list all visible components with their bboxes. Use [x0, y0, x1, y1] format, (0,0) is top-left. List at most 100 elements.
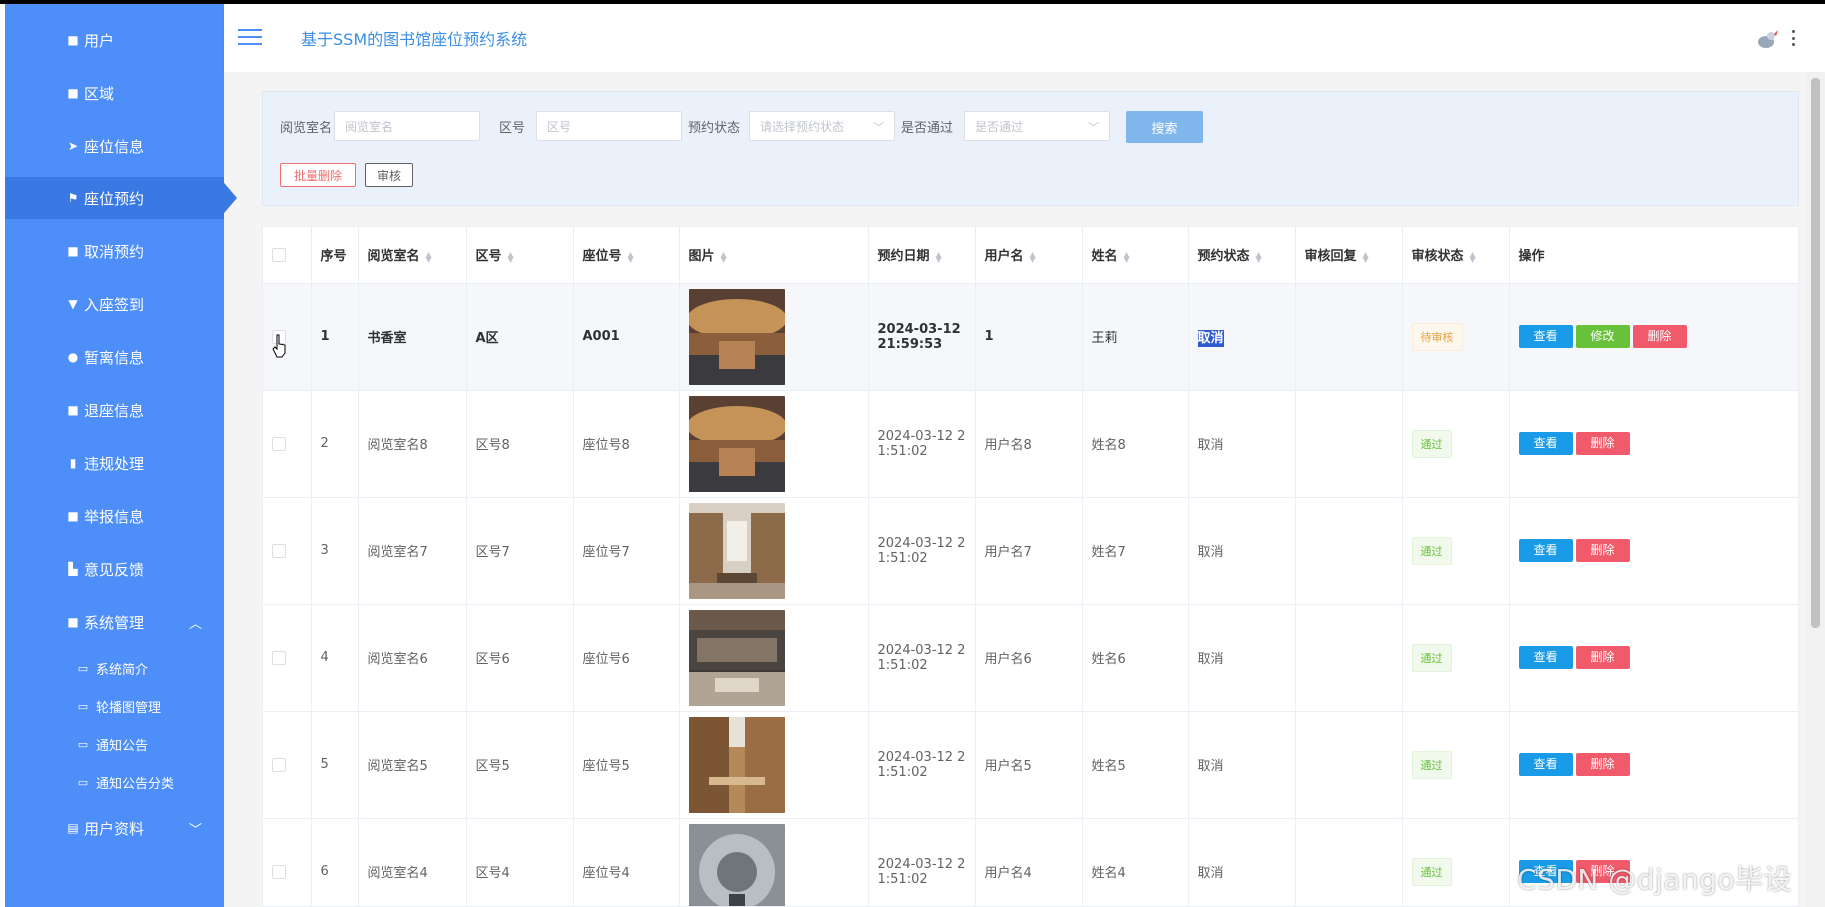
- sidebar-sub-notice-category[interactable]: ▭ 通知公告分类: [5, 765, 224, 799]
- header-username[interactable]: 用户名 ▲ ▼: [975, 227, 1083, 284]
- audit-button[interactable]: 审核: [365, 163, 413, 187]
- header-ops: 操作: [1509, 227, 1798, 284]
- sidebar-sub-notice[interactable]: ▭ 通知公告: [5, 727, 224, 761]
- header-reply[interactable]: 审核回复 ▲ ▼: [1295, 227, 1403, 284]
- seat-image[interactable]: [688, 823, 785, 907]
- more-vertical-icon[interactable]: [1790, 28, 1796, 48]
- sort-icon[interactable]: ▲ ▼: [426, 250, 432, 263]
- sidebar-item-checkout[interactable]: ■ 退座信息: [5, 389, 224, 431]
- delete-button[interactable]: 删除: [1575, 432, 1630, 455]
- row-select[interactable]: [263, 818, 312, 906]
- sidebar-sub-intro[interactable]: ▭ 系统简介: [5, 651, 224, 685]
- header-status[interactable]: 预约状态 ▲ ▼: [1188, 227, 1296, 284]
- menu-toggle-icon[interactable]: [238, 29, 262, 47]
- row-room: 阅览室名7: [358, 497, 467, 605]
- seat-image[interactable]: [688, 288, 785, 385]
- scrollbar-thumb[interactable]: [1811, 78, 1820, 628]
- checkbox[interactable]: [272, 436, 286, 451]
- header-date[interactable]: 预约日期 ▲ ▼: [868, 227, 976, 284]
- seat-image[interactable]: [688, 609, 785, 706]
- row-index: 6: [311, 818, 359, 906]
- top-header: 基于SSM的图书馆座位预约系统: [224, 4, 1825, 72]
- header-seat[interactable]: 座位号 ▲ ▼: [573, 227, 680, 284]
- status-badge: 待审核: [1411, 322, 1463, 351]
- checkbox[interactable]: [272, 650, 286, 665]
- sort-icon[interactable]: ▲ ▼: [508, 250, 514, 263]
- view-button[interactable]: 查看: [1518, 539, 1573, 562]
- edit-button[interactable]: 修改: [1575, 325, 1630, 348]
- seat-image[interactable]: [688, 395, 785, 492]
- batch-delete-button[interactable]: 批量删除: [280, 163, 356, 187]
- sort-icon[interactable]: ▲ ▼: [1256, 250, 1262, 263]
- sidebar-item-leave[interactable]: ● 暂离信息: [5, 336, 224, 378]
- header-select-all[interactable]: [263, 227, 312, 284]
- search-button[interactable]: 搜索: [1126, 111, 1203, 143]
- sort-icon[interactable]: ▲ ▼: [721, 250, 727, 263]
- view-button[interactable]: 查看: [1518, 646, 1573, 669]
- sort-icon[interactable]: ▲ ▼: [936, 250, 942, 263]
- sidebar-item-violation[interactable]: ▮ 违规处理: [5, 442, 224, 484]
- header-area[interactable]: 区号 ▲ ▼: [466, 227, 574, 284]
- sidebar: ■ 用户 ■ 区域 ➤ 座位信息 ⚑ 座位预约 ■ 取消预约 ▼ 入座签到 ● 暂离信息 ■ 退…: [5, 4, 224, 907]
- seat-image[interactable]: [688, 716, 785, 813]
- table-row: 4 阅览室名6 区号6 座位号6 2024-03-12 2 1:51:02 用户名…: [263, 604, 1798, 712]
- header-name[interactable]: 姓名 ▲ ▼: [1082, 227, 1189, 284]
- sidebar-sub-label: 系统简介: [96, 662, 149, 678]
- row-select[interactable]: [263, 497, 312, 605]
- sort-icon[interactable]: ▲ ▼: [1363, 250, 1369, 263]
- sidebar-item-cancel-booking[interactable]: ■ 取消预约: [5, 230, 224, 272]
- header-audit[interactable]: 审核状态 ▲ ▼: [1402, 227, 1510, 284]
- sidebar-item-feedback[interactable]: ▙ 意见反馈: [5, 548, 224, 590]
- row-select[interactable]: [263, 390, 312, 498]
- view-button[interactable]: 查看: [1518, 432, 1573, 455]
- sidebar-item-seat-booking[interactable]: ⚑ 座位预约: [5, 177, 224, 219]
- row-image[interactable]: [679, 283, 869, 391]
- row-date: 2024-03-12 2 1:51:02: [868, 818, 976, 906]
- row-status: 取消: [1188, 711, 1296, 819]
- sidebar-item-area[interactable]: ■ 区域: [5, 72, 224, 114]
- checkbox[interactable]: [272, 543, 286, 558]
- status-select[interactable]: 请选择预约状态 ﹀: [749, 111, 895, 141]
- area-input[interactable]: 区号: [536, 111, 682, 141]
- row-image[interactable]: [679, 604, 869, 712]
- row-reply: [1295, 711, 1403, 819]
- avatar[interactable]: [1756, 28, 1778, 50]
- view-button[interactable]: 查看: [1518, 753, 1573, 776]
- seat-image[interactable]: [688, 502, 785, 599]
- row-select[interactable]: [263, 604, 312, 712]
- checkbox[interactable]: [272, 864, 286, 879]
- row-image[interactable]: [679, 818, 869, 907]
- row-select[interactable]: [263, 711, 312, 819]
- sidebar-item-system[interactable]: ■ 系统管理 ︿: [5, 601, 224, 643]
- sort-icon[interactable]: ▲ ▼: [1124, 250, 1130, 263]
- grid-icon: ■: [67, 509, 79, 523]
- checkbox[interactable]: [272, 247, 286, 262]
- pass-select[interactable]: 是否通过 ﹀: [964, 111, 1110, 141]
- sidebar-item-user-profile[interactable]: ▤ 用户资料 ﹀: [5, 807, 224, 849]
- table-header-row: 序号 阅览室名 ▲ ▼ 区号 ▲ ▼ 座位号 ▲ ▼ 图片 ▲ ▼ 预约日期 ▲ ▼ 用户名 ▲ ▼ 姓…: [263, 227, 1798, 284]
- row-image[interactable]: [679, 711, 869, 819]
- sidebar-item-report[interactable]: ■ 举报信息: [5, 495, 224, 537]
- view-button[interactable]: 查看: [1518, 325, 1573, 348]
- sort-icon[interactable]: ▲ ▼: [628, 250, 634, 263]
- sidebar-item-checkin[interactable]: ▼ 入座签到: [5, 283, 224, 325]
- user-icon: ●: [67, 350, 79, 364]
- pass-placeholder: 是否通过: [975, 119, 1024, 134]
- sidebar-item-user[interactable]: ■ 用户: [5, 19, 224, 61]
- header-image[interactable]: 图片 ▲ ▼: [679, 227, 869, 284]
- row-image[interactable]: [679, 497, 869, 605]
- delete-button[interactable]: 删除: [1632, 325, 1687, 348]
- header-room[interactable]: 阅览室名 ▲ ▼: [358, 227, 467, 284]
- delete-button[interactable]: 删除: [1575, 539, 1630, 562]
- grid-icon: ■: [67, 403, 79, 417]
- row-image[interactable]: [679, 390, 869, 498]
- vertical-scrollbar[interactable]: [1806, 72, 1825, 907]
- delete-button[interactable]: 删除: [1575, 646, 1630, 669]
- checkbox[interactable]: [272, 757, 286, 772]
- sidebar-sub-carousel[interactable]: ▭ 轮播图管理: [5, 689, 224, 723]
- sidebar-item-seat-info[interactable]: ➤ 座位信息: [5, 125, 224, 167]
- delete-button[interactable]: 删除: [1575, 753, 1630, 776]
- sort-icon[interactable]: ▲ ▼: [1470, 250, 1476, 263]
- sort-icon[interactable]: ▲ ▼: [1030, 250, 1036, 263]
- room-input[interactable]: 阅览室名: [334, 111, 480, 141]
